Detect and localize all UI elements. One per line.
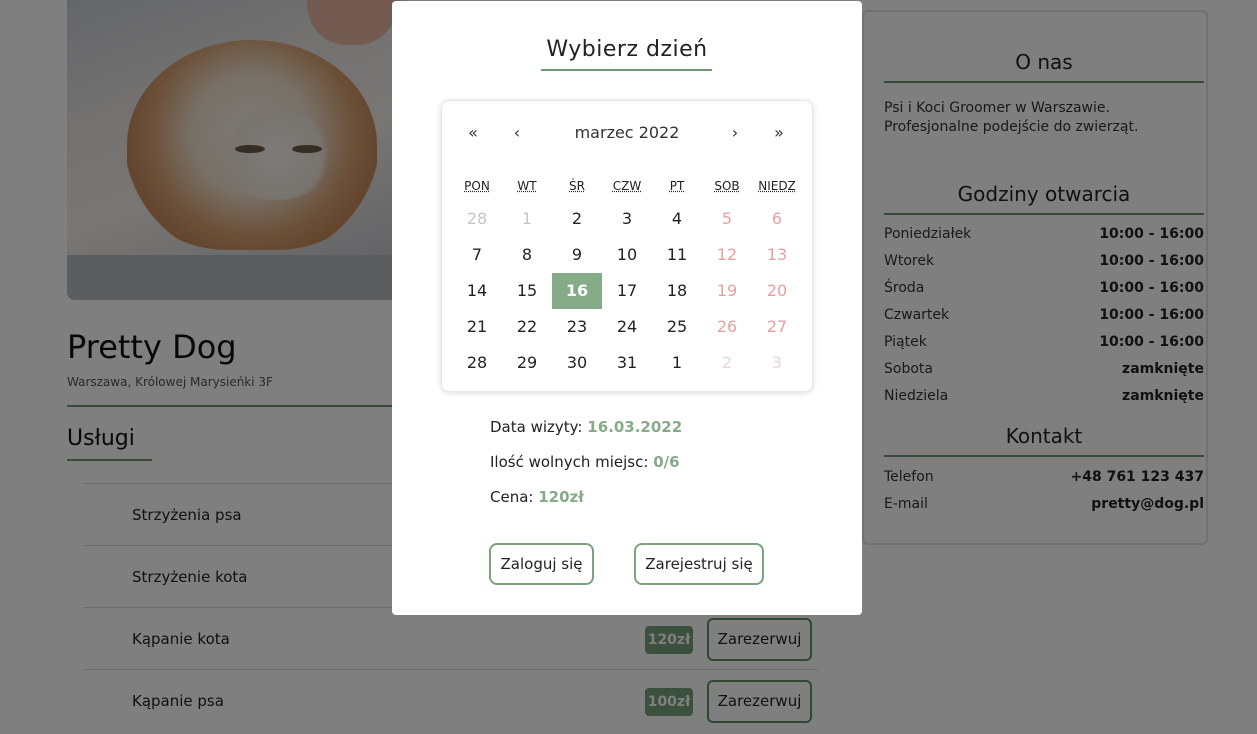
- free-slots-line: Ilość wolnych miejsc: 0/6: [490, 453, 680, 471]
- calendar-day[interactable]: 28: [452, 345, 502, 381]
- weekday-label: NIEDZ: [758, 179, 796, 193]
- calendar-day[interactable]: 24: [602, 309, 652, 345]
- weekday-label: ŚR: [569, 179, 585, 193]
- calendar-day[interactable]: 4: [652, 201, 702, 237]
- prev-year-button[interactable]: «: [458, 123, 488, 142]
- weekday-label: PT: [669, 179, 685, 193]
- price-line: Cena: 120zł: [490, 488, 584, 506]
- calendar-day[interactable]: 2: [702, 345, 752, 381]
- calendar-day[interactable]: 8: [502, 237, 552, 273]
- calendar-day[interactable]: 13: [752, 237, 802, 273]
- next-month-button[interactable]: ›: [720, 123, 750, 142]
- calendar-day[interactable]: 21: [452, 309, 502, 345]
- calendar-day[interactable]: 1: [652, 345, 702, 381]
- free-slots-label: Ilość wolnych miejsc:: [490, 453, 649, 471]
- day-picker-modal: Wybierz dzień « ‹ marzec 2022 › » PON WT…: [392, 1, 862, 615]
- next-year-button[interactable]: »: [764, 123, 794, 142]
- calendar-day[interactable]: 26: [702, 309, 752, 345]
- calendar-day[interactable]: 3: [602, 201, 652, 237]
- calendar-day-selected[interactable]: 16: [552, 273, 602, 309]
- calendar-day[interactable]: 15: [502, 273, 552, 309]
- calendar-day[interactable]: 31: [602, 345, 652, 381]
- calendar-day[interactable]: 6: [752, 201, 802, 237]
- weekday-label: SOB: [714, 179, 740, 193]
- modal-title: Wybierz dzień: [546, 37, 708, 62]
- weekday-label: PON: [464, 179, 490, 193]
- calendar-day[interactable]: 2: [552, 201, 602, 237]
- calendar-day[interactable]: 1: [502, 201, 552, 237]
- free-slots-value: 0/6: [653, 453, 680, 471]
- weekday-label: WT: [517, 179, 537, 193]
- register-button[interactable]: Zarejestruj się: [634, 543, 764, 585]
- visit-date-value: 16.03.2022: [587, 418, 683, 436]
- calendar-day[interactable]: 10: [602, 237, 652, 273]
- calendar-day[interactable]: 29: [502, 345, 552, 381]
- login-button[interactable]: Zaloguj się: [489, 543, 594, 585]
- calendar-day[interactable]: 25: [652, 309, 702, 345]
- calendar-day[interactable]: 9: [552, 237, 602, 273]
- calendar-day[interactable]: 22: [502, 309, 552, 345]
- visit-date-line: Data wizyty: 16.03.2022: [490, 418, 682, 436]
- calendar-day[interactable]: 28: [452, 201, 502, 237]
- calendar-day[interactable]: 30: [552, 345, 602, 381]
- calendar-day[interactable]: 23: [552, 309, 602, 345]
- calendar-days: 28 1 2 3 4 5 6 7 8 9 10 11 12 13 14 15 1…: [452, 201, 802, 381]
- prev-month-button[interactable]: ‹: [502, 123, 532, 142]
- calendar: « ‹ marzec 2022 › » PON WT ŚR CZW PT SOB…: [441, 100, 813, 392]
- calendar-day[interactable]: 19: [702, 273, 752, 309]
- weekday-label: CZW: [612, 179, 642, 193]
- visit-date-label: Data wizyty:: [490, 418, 583, 436]
- modal-title-underline: [541, 69, 712, 71]
- calendar-day[interactable]: 5: [702, 201, 752, 237]
- calendar-day[interactable]: 3: [752, 345, 802, 381]
- calendar-month-label[interactable]: marzec 2022: [552, 123, 702, 142]
- calendar-day[interactable]: 20: [752, 273, 802, 309]
- calendar-day[interactable]: 11: [652, 237, 702, 273]
- calendar-day[interactable]: 14: [452, 273, 502, 309]
- calendar-day[interactable]: 12: [702, 237, 752, 273]
- calendar-weekdays: PON WT ŚR CZW PT SOB NIEDZ: [452, 179, 802, 193]
- price-value: 120zł: [538, 488, 584, 506]
- price-label: Cena:: [490, 488, 534, 506]
- calendar-day[interactable]: 27: [752, 309, 802, 345]
- calendar-day[interactable]: 7: [452, 237, 502, 273]
- calendar-day[interactable]: 18: [652, 273, 702, 309]
- calendar-day[interactable]: 17: [602, 273, 652, 309]
